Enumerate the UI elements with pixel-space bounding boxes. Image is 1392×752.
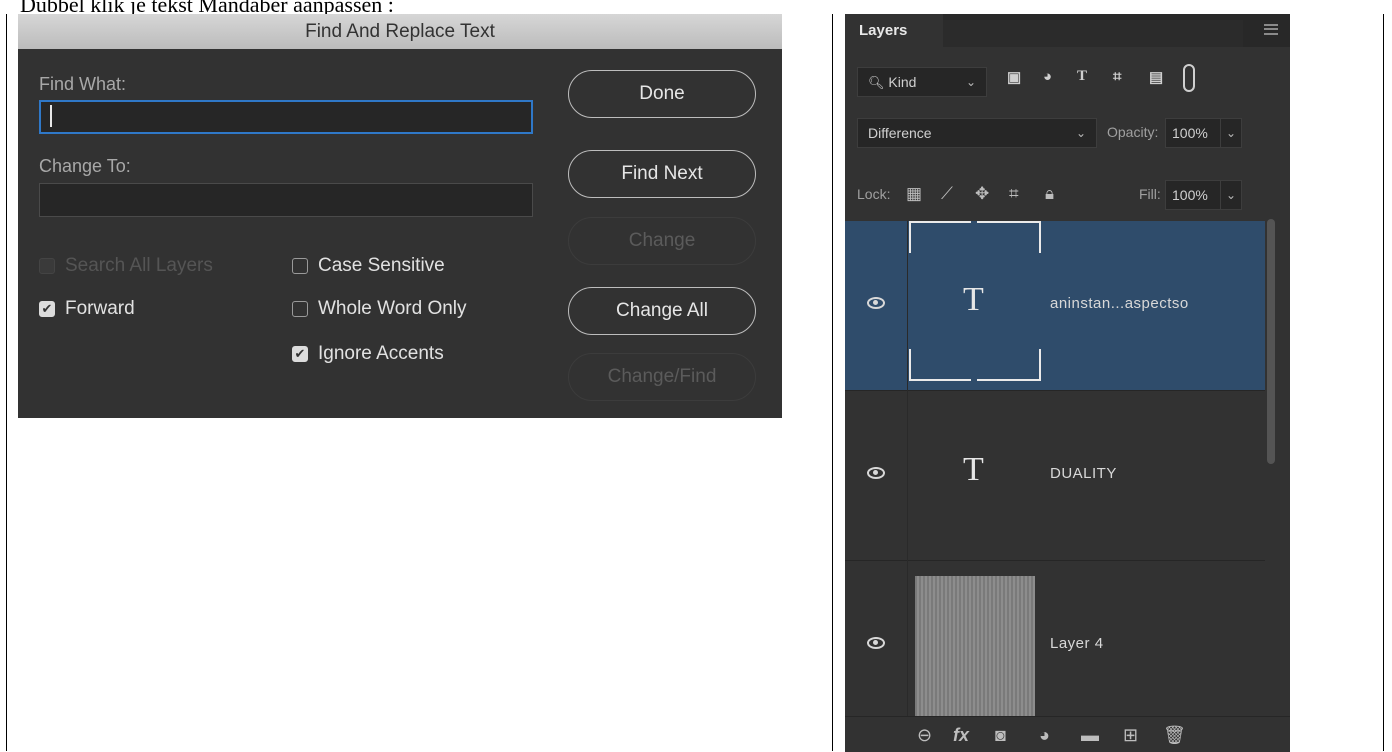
forward-checkbox[interactable]: ✔ Forward <box>39 298 135 320</box>
find-next-button[interactable]: Find Next <box>568 150 756 198</box>
chevron-down-icon: ⌄ <box>965 75 976 89</box>
visibility-eye-icon[interactable] <box>867 637 885 649</box>
chevron-down-icon: ⌄ <box>1075 126 1086 140</box>
lock-position-icon[interactable]: ✥ <box>975 184 989 204</box>
lock-all-icon[interactable]: 🔒︎ <box>1045 184 1054 204</box>
eye-separator <box>907 561 908 731</box>
thumb-corner <box>977 221 1041 253</box>
change-button[interactable]: Change <box>568 217 756 265</box>
layers-scrollbar[interactable] <box>1267 219 1275 464</box>
fill-input[interactable]: 100% <box>1165 180 1221 210</box>
layer-name[interactable]: Layer 4 <box>1050 635 1104 652</box>
trash-icon[interactable]: 🗑︎ <box>1163 725 1186 746</box>
text-layer-thumb-icon: T <box>963 451 984 488</box>
smart-object-filter-icon[interactable]: ▤ <box>1149 68 1163 86</box>
check-icon: ✔ <box>292 346 308 362</box>
shape-filter-icon[interactable]: ⌗ <box>1113 68 1121 85</box>
check-icon: ✔ <box>39 301 55 317</box>
adjustment-filter-icon[interactable]: ◕ <box>1043 68 1052 85</box>
mask-icon[interactable]: ◙ <box>995 725 1006 746</box>
search-all-layers-checkbox[interactable]: Search All Layers <box>39 255 213 277</box>
document-frame-right <box>1383 14 1384 751</box>
find-what-label: Find What: <box>39 74 127 94</box>
eye-separator <box>907 391 908 561</box>
search-all-layers-label: Search All Layers <box>65 255 213 276</box>
forward-label: Forward <box>65 298 135 319</box>
new-layer-icon[interactable]: ⊞ <box>1123 725 1138 746</box>
tab-layers[interactable]: Layers <box>845 14 943 47</box>
layers-panel: Layers 🔍︎ Kind ⌄ ▣ ◕ T ⌗ ▤ Difference ⌄ … <box>845 14 1290 752</box>
panel-menu-icon[interactable] <box>1264 24 1278 35</box>
change-to-input[interactable] <box>39 183 533 217</box>
checkbox-box <box>292 301 308 317</box>
whole-word-only-checkbox[interactable]: Whole Word Only <box>292 298 467 320</box>
lock-transparent-icon[interactable]: ▦ <box>906 184 922 204</box>
fill-dropdown[interactable]: ⌄ <box>1220 180 1242 210</box>
ignore-accents-label: Ignore Accents <box>318 343 444 364</box>
checkbox-box <box>39 258 55 274</box>
checkbox-box <box>292 258 308 274</box>
eye-separator <box>907 221 908 391</box>
case-sensitive-checkbox[interactable]: Case Sensitive <box>292 255 445 277</box>
opacity-label: Opacity: <box>1107 124 1159 140</box>
text-layer-thumb-icon: T <box>963 281 984 318</box>
blend-mode-value: Difference <box>868 125 932 141</box>
layer-row[interactable]: Layer 4 <box>845 561 1265 731</box>
panel-footer: ⊖ fx ◙ ◕ ▬ ⊞ 🗑︎ <box>845 716 1290 752</box>
thumb-corner <box>977 349 1041 381</box>
change-to-label: Change To: <box>39 156 131 176</box>
pixel-filter-icon[interactable]: ▣ <box>1007 68 1021 86</box>
change-find-button[interactable]: Change/Find <box>568 353 756 401</box>
type-filter-icon[interactable]: T <box>1077 68 1087 85</box>
layer-thumbnail <box>915 576 1035 724</box>
tabbar-empty <box>943 20 1243 47</box>
done-button[interactable]: Done <box>568 70 756 118</box>
blend-mode-select[interactable]: Difference ⌄ <box>857 118 1097 148</box>
filter-kind-value: Kind <box>888 74 917 90</box>
find-replace-dialog: Find And Replace Text Find What: Change … <box>18 14 782 418</box>
fx-icon[interactable]: fx <box>953 725 969 746</box>
visibility-eye-icon[interactable] <box>867 297 885 309</box>
layer-row[interactable]: T DUALITY <box>845 391 1265 561</box>
layer-row[interactable]: T aninstan...aspectso <box>845 221 1265 391</box>
thumb-corner <box>909 349 971 381</box>
change-all-button[interactable]: Change All <box>568 287 756 335</box>
find-what-input[interactable] <box>39 100 533 134</box>
layer-name[interactable]: DUALITY <box>1050 465 1117 482</box>
whole-word-only-label: Whole Word Only <box>318 298 467 319</box>
dialog-title: Find And Replace Text <box>18 14 782 49</box>
filter-kind-select[interactable]: 🔍︎ Kind ⌄ <box>857 67 987 97</box>
folder-icon[interactable]: ▬ <box>1081 725 1099 746</box>
filter-toggle[interactable] <box>1183 64 1195 92</box>
visibility-eye-icon[interactable] <box>867 467 885 479</box>
search-icon: 🔍︎ <box>868 75 885 90</box>
fill-label: Fill: <box>1139 186 1161 202</box>
layer-name[interactable]: aninstan...aspectso <box>1050 295 1189 312</box>
case-sensitive-label: Case Sensitive <box>318 255 445 276</box>
lock-label: Lock: <box>857 186 891 202</box>
link-icon[interactable]: ⊖ <box>917 725 932 746</box>
lock-artboard-icon[interactable]: ⌗ <box>1009 184 1019 204</box>
panel-tabbar: Layers <box>845 14 1290 47</box>
opacity-input[interactable]: 100% <box>1165 118 1221 148</box>
opacity-dropdown[interactable]: ⌄ <box>1220 118 1242 148</box>
text-caret <box>50 105 52 127</box>
thumb-corner <box>909 221 971 253</box>
ignore-accents-checkbox[interactable]: ✔ Ignore Accents <box>292 343 444 365</box>
adjustment-icon[interactable]: ◕ <box>1039 725 1050 746</box>
lock-brush-icon[interactable]: ⟋ <box>941 184 953 204</box>
